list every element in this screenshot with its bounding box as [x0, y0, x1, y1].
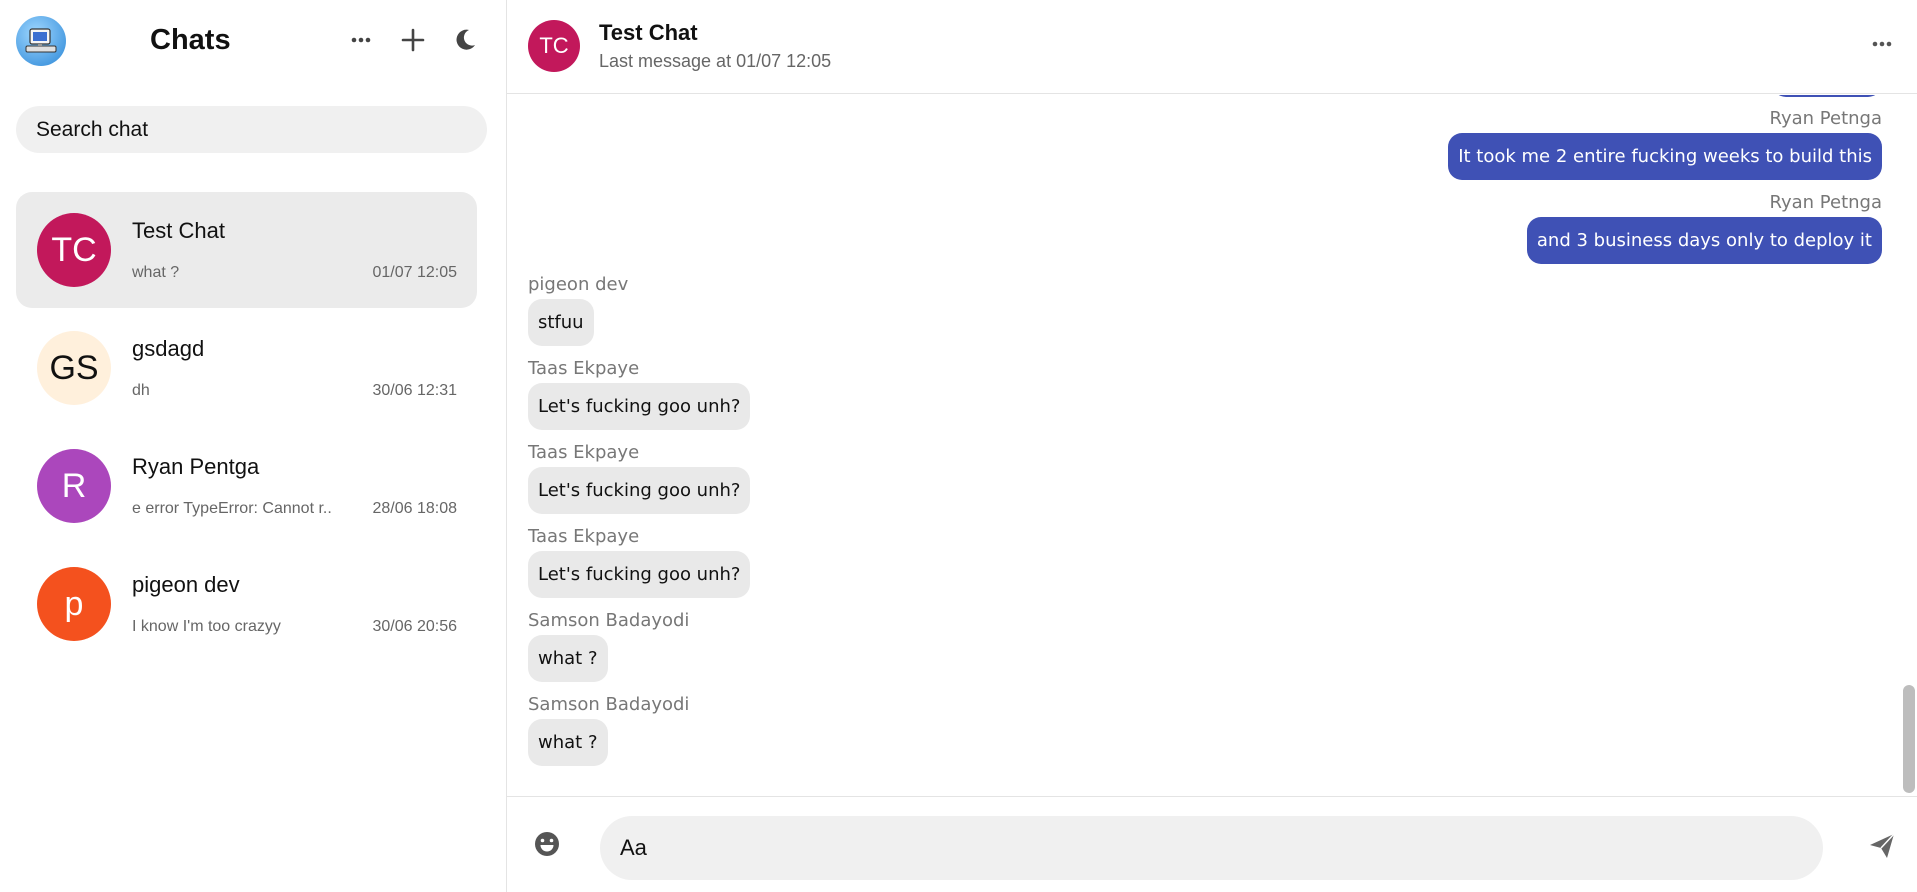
- message-sender: Taas Ekpaye: [528, 358, 640, 379]
- send-button[interactable]: [1867, 831, 1897, 866]
- message-incoming: Taas Ekpaye Let's fucking goo unh?: [528, 439, 751, 514]
- message-sender: Ryan Petnga: [1769, 192, 1882, 213]
- search-input[interactable]: [16, 106, 487, 153]
- message-sender: Samson Badayodi: [528, 610, 690, 631]
- chat-avatar: p: [37, 567, 111, 641]
- message-composer: [507, 796, 1917, 892]
- message-incoming: Samson Badayodi what ?: [528, 691, 689, 766]
- chat-list-item[interactable]: GS gsdagd dh 30/06 12:31: [16, 310, 477, 426]
- new-chat-button[interactable]: [398, 22, 428, 58]
- message-outgoing: Ryan Petnga It took me 2 entire fucking …: [1448, 105, 1882, 180]
- more-horizontal-icon: [1872, 41, 1892, 47]
- chat-last-message: what ?: [132, 264, 180, 281]
- chat-name: Test Chat: [132, 218, 225, 243]
- message-bubble: Let's fucking goo unh?: [528, 383, 751, 430]
- chat-name: pigeon dev: [132, 572, 240, 597]
- chat-last-message: dh: [132, 382, 150, 399]
- computer-logo-icon: [25, 28, 57, 53]
- chat-time: 30/06 20:56: [372, 618, 457, 635]
- message-bubble: It took me 2 entire fucking weeks to bui…: [1448, 133, 1882, 180]
- message-sender: pigeon dev: [528, 274, 629, 295]
- message-list: Ryan Petnga It took me 2 entire fucking …: [507, 95, 1917, 795]
- chat-list-item[interactable]: p pigeon dev I know I'm too crazyy 30/06…: [16, 546, 477, 662]
- message-scrollbar[interactable]: [1903, 95, 1917, 795]
- chat-header-subtitle: Last message at 01/07 12:05: [599, 51, 832, 71]
- chat-list-item[interactable]: R Ryan Pentga e error TypeError: Cannot …: [16, 428, 477, 544]
- message-outgoing: Ryan Petnga and 3 business days only to …: [1526, 189, 1882, 264]
- chat-avatar: TC: [37, 213, 111, 287]
- chat-header-title: Test Chat: [599, 20, 698, 45]
- message-incoming: Samson Badayodi what ?: [528, 607, 689, 682]
- sidebar-actions: [346, 22, 480, 58]
- chat-last-message: e error TypeError: Cannot r...: [132, 500, 332, 517]
- message-bubble: stfuu: [528, 299, 594, 346]
- moon-icon: [456, 29, 475, 50]
- message-bubble: Let's fucking goo unh?: [528, 467, 751, 514]
- partial-message-bubble: [1772, 95, 1882, 97]
- emoji-icon: [535, 832, 559, 856]
- chat-main: TC Test Chat Last message at 01/07 12:05…: [507, 0, 1917, 892]
- send-icon: [1870, 833, 1895, 858]
- app-logo: [16, 16, 66, 66]
- chat-sidebar: Chats TC Test Chat what ? 01/07 12:05 GS: [0, 0, 507, 892]
- theme-toggle-button[interactable]: [450, 22, 480, 58]
- message-sender: Taas Ekpaye: [528, 442, 640, 463]
- scrollbar-thumb[interactable]: [1903, 685, 1915, 793]
- chat-header-avatar: TC: [528, 20, 580, 72]
- chat-name: Ryan Pentga: [132, 454, 260, 479]
- message-bubble: what ?: [528, 719, 608, 766]
- chat-avatar: GS: [37, 331, 111, 405]
- chat-avatar: R: [37, 449, 111, 523]
- message-incoming: Taas Ekpaye Let's fucking goo unh?: [528, 355, 751, 430]
- message-bubble: and 3 business days only to deploy it: [1526, 217, 1882, 264]
- message-bubble: what ?: [528, 635, 608, 682]
- chat-last-message: I know I'm too crazyy: [132, 618, 281, 635]
- message-incoming: pigeon dev stfuu: [528, 271, 628, 346]
- message-incoming: Taas Ekpaye Let's fucking goo unh?: [528, 523, 751, 598]
- chat-options-button[interactable]: [1867, 26, 1897, 62]
- chat-time: 30/06 12:31: [372, 382, 457, 399]
- message-bubble: Let's fucking goo unh?: [528, 551, 751, 598]
- chat-time: 28/06 18:08: [372, 500, 457, 517]
- more-horizontal-icon: [351, 37, 371, 43]
- chat-time: 01/07 12:05: [372, 264, 457, 281]
- chat-list: TC Test Chat what ? 01/07 12:05 GS gsdag…: [16, 192, 477, 664]
- emoji-button[interactable]: [533, 830, 561, 863]
- plus-icon: [401, 28, 425, 52]
- chat-header: TC Test Chat Last message at 01/07 12:05: [507, 0, 1917, 94]
- chat-name: gsdagd: [132, 336, 205, 361]
- more-options-button[interactable]: [346, 22, 376, 58]
- chat-list-item[interactable]: TC Test Chat what ? 01/07 12:05: [16, 192, 477, 308]
- message-sender: Ryan Petnga: [1769, 108, 1882, 129]
- message-sender: Taas Ekpaye: [528, 526, 640, 547]
- message-sender: Samson Badayodi: [528, 694, 690, 715]
- sidebar-title: Chats: [150, 24, 231, 56]
- message-input[interactable]: [600, 816, 1823, 880]
